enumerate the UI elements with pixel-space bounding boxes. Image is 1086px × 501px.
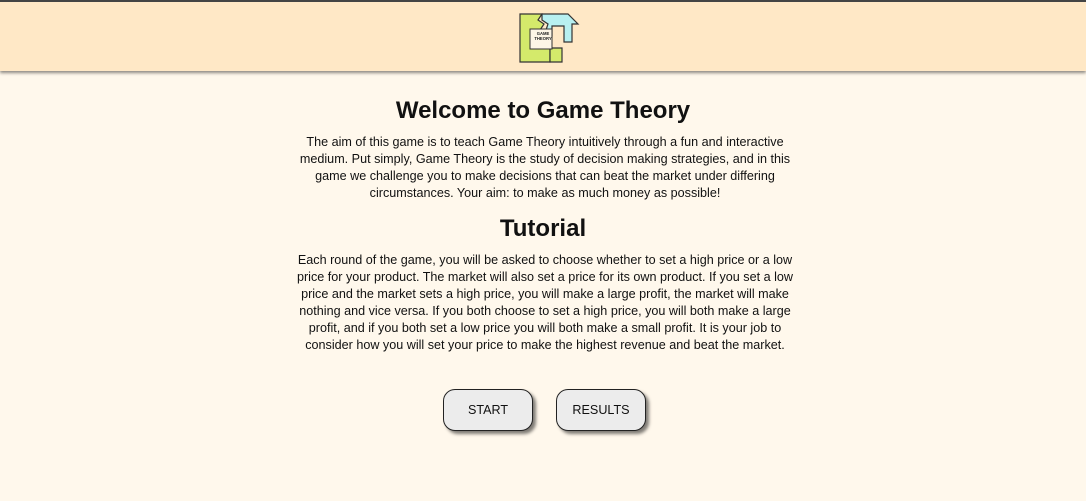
main-content: Welcome to Game Theory The aim of this g… [0,71,1086,501]
tutorial-heading: Tutorial [499,215,587,242]
results-button[interactable]: RESULTS [556,389,646,431]
page-title: Welcome to Game Theory [395,97,691,124]
intro-paragraph: The aim of this game is to teach Game Th… [299,135,791,200]
header-bar: GAME THEORY [0,0,1086,71]
logo-text: GAME THEORY [534,31,552,41]
start-button[interactable]: START [443,389,533,431]
tutorial-paragraph: Each round of the game, you will be aske… [296,253,794,352]
